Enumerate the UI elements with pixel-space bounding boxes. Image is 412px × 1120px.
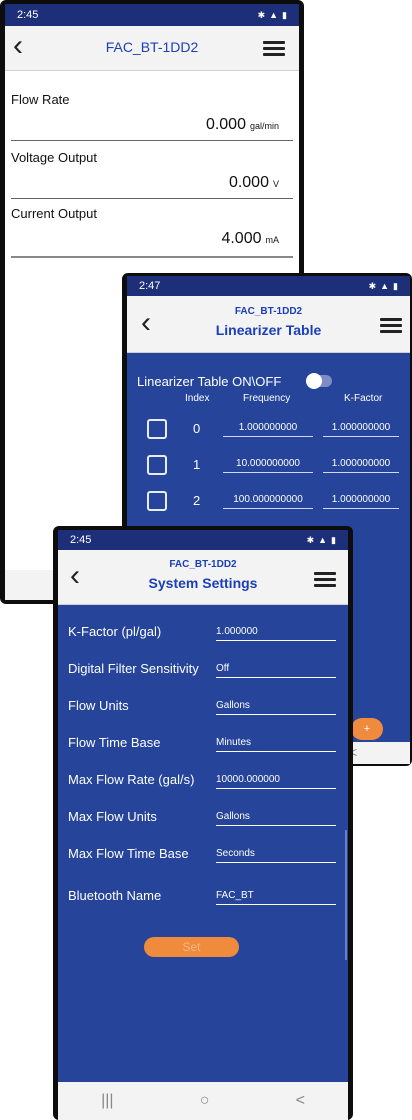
row-checkbox[interactable] xyxy=(147,455,167,475)
setting-value[interactable]: Gallons xyxy=(216,811,336,826)
signal-icon: ▲ xyxy=(269,10,279,20)
setting-value[interactable]: Gallons xyxy=(216,700,336,715)
setting-value[interactable]: 1.000000 xyxy=(216,626,336,641)
current-output-field: Current Output 4.000 mA xyxy=(11,206,293,258)
app-bar: ‹ FAC_BT-1DD2 xyxy=(5,26,299,71)
linearizer-toggle[interactable] xyxy=(306,373,332,389)
status-icons: ✱ ▲ ▮ xyxy=(258,10,287,21)
device-title: FAC_BT-1DD2 xyxy=(169,559,237,570)
setting-label: K-Factor (pl/gal) xyxy=(68,624,162,639)
setting-max-flow-units[interactable]: Max Flow Units Gallons xyxy=(58,809,348,839)
status-icons: ✱ ▲ ▮ xyxy=(369,281,398,292)
row-index: 0 xyxy=(193,421,201,436)
current-output-value: 4.000 mA xyxy=(221,230,279,247)
menu-icon[interactable] xyxy=(263,41,285,57)
status-time: 2:45 xyxy=(17,9,39,21)
flow-rate-value: 0.000 gal/min xyxy=(205,116,279,133)
status-bar: 2:45 ✱ ▲ ▮ xyxy=(5,4,299,26)
home-button[interactable]: ○ xyxy=(200,1092,210,1110)
set-button[interactable]: Set xyxy=(144,937,239,957)
voltage-output-field: Voltage Output 0.000 V xyxy=(11,150,293,200)
setting-label: Flow Units xyxy=(68,698,129,713)
back-nav-button[interactable]: < xyxy=(296,1092,305,1110)
setting-value[interactable]: Minutes xyxy=(216,737,336,752)
recents-button[interactable]: ||| xyxy=(101,1092,113,1110)
table-row: 2 100.000000000 1.000000000 xyxy=(127,488,410,514)
voltage-output-label: Voltage Output xyxy=(11,150,98,165)
table-row: 0 1.000000000 1.000000000 xyxy=(127,416,410,442)
app-bar: ‹ FAC_BT-1DD2 Linearizer Table xyxy=(127,296,410,353)
status-icons: ✱ ▲ ▮ xyxy=(307,535,336,546)
header-index: Index xyxy=(185,393,210,404)
linearizer-toggle-label: Linearizer Table ON\OFF xyxy=(137,374,282,389)
divider xyxy=(11,256,293,258)
kfactor-input[interactable]: 1.000000000 xyxy=(323,458,399,473)
setting-max-flow-time-base[interactable]: Max Flow Time Base Seconds xyxy=(58,846,348,876)
system-settings-screen: 2:45 ✱ ▲ ▮ ‹ FAC_BT-1DD2 System Settings… xyxy=(58,530,348,1120)
nav-bar: ||| ○ < xyxy=(58,1082,348,1120)
device-title: FAC_BT-1DD2 xyxy=(234,306,303,317)
setting-label: Max Flow Units xyxy=(68,809,157,824)
setting-label: Bluetooth Name xyxy=(68,888,162,903)
setting-label: Flow Time Base xyxy=(68,735,161,750)
signal-icon: ▲ xyxy=(318,535,328,545)
page-title: Linearizer Table xyxy=(215,322,322,338)
add-row-button[interactable]: + xyxy=(351,718,383,740)
setting-value[interactable]: 10000.000000 xyxy=(216,774,336,789)
current-output-label: Current Output xyxy=(11,206,97,221)
table-row: 1 10.000000000 1.000000000 xyxy=(127,452,410,478)
toggle-knob xyxy=(306,373,322,389)
flow-rate-field: Flow Rate 0.000 gal/min xyxy=(11,92,293,142)
setting-max-flow-rate[interactable]: Max Flow Rate (gal/s) 10000.000000 xyxy=(58,772,348,802)
bluetooth-icon: ✱ xyxy=(306,534,315,545)
header-kfactor: K-Factor xyxy=(344,393,383,404)
row-index: 1 xyxy=(193,457,201,472)
frequency-input[interactable]: 1.000000000 xyxy=(223,422,313,437)
setting-kfactor[interactable]: K-Factor (pl/gal) 1.000000 xyxy=(58,624,348,654)
status-time: 2:45 xyxy=(70,534,92,546)
setting-label: Digital Filter Sensitivity xyxy=(68,661,199,676)
setting-value[interactable]: Off xyxy=(216,663,336,678)
battery-icon: ▮ xyxy=(331,534,336,545)
menu-icon[interactable] xyxy=(314,572,336,588)
setting-flow-time-base[interactable]: Flow Time Base Minutes xyxy=(58,735,348,765)
status-bar: 2:45 ✱ ▲ ▮ xyxy=(58,530,348,550)
kfactor-input[interactable]: 1.000000000 xyxy=(323,422,399,437)
bluetooth-icon: ✱ xyxy=(257,9,266,20)
page-title: System Settings xyxy=(148,575,258,591)
setting-label: Max Flow Time Base xyxy=(68,846,189,861)
frequency-input[interactable]: 100.000000000 xyxy=(223,494,313,509)
divider xyxy=(11,140,293,141)
voltage-output-value: 0.000 V xyxy=(228,174,279,191)
battery-icon: ▮ xyxy=(282,9,287,20)
kfactor-input[interactable]: 1.000000000 xyxy=(323,494,399,509)
setting-label: Max Flow Rate (gal/s) xyxy=(68,772,195,787)
scrollbar[interactable] xyxy=(345,830,347,960)
header-frequency: Frequency xyxy=(243,393,291,404)
row-checkbox[interactable] xyxy=(147,419,167,439)
setting-filter-sensitivity[interactable]: Digital Filter Sensitivity Off xyxy=(58,661,348,691)
flow-rate-label: Flow Rate xyxy=(11,92,70,107)
row-checkbox[interactable] xyxy=(147,491,167,511)
signal-icon: ▲ xyxy=(380,281,390,291)
setting-flow-units[interactable]: Flow Units Gallons xyxy=(58,698,348,728)
battery-icon: ▮ xyxy=(393,280,398,291)
setting-value[interactable]: Seconds xyxy=(216,848,336,863)
setting-value[interactable]: FAC_BT xyxy=(216,890,336,905)
setting-bluetooth-name[interactable]: Bluetooth Name FAC_BT xyxy=(58,888,348,918)
status-bar: 2:47 ✱ ▲ ▮ xyxy=(127,276,410,296)
app-bar: ‹ FAC_BT-1DD2 System Settings xyxy=(58,550,348,605)
divider xyxy=(11,198,293,199)
frequency-input[interactable]: 10.000000000 xyxy=(223,458,313,473)
device-title: FAC_BT-1DD2 xyxy=(105,39,199,55)
menu-icon[interactable] xyxy=(380,318,402,334)
bluetooth-icon: ✱ xyxy=(368,280,377,291)
phone-system-settings: 2:45 ✱ ▲ ▮ ‹ FAC_BT-1DD2 System Settings… xyxy=(53,526,353,1120)
row-index: 2 xyxy=(193,493,201,508)
status-time: 2:47 xyxy=(139,280,161,292)
